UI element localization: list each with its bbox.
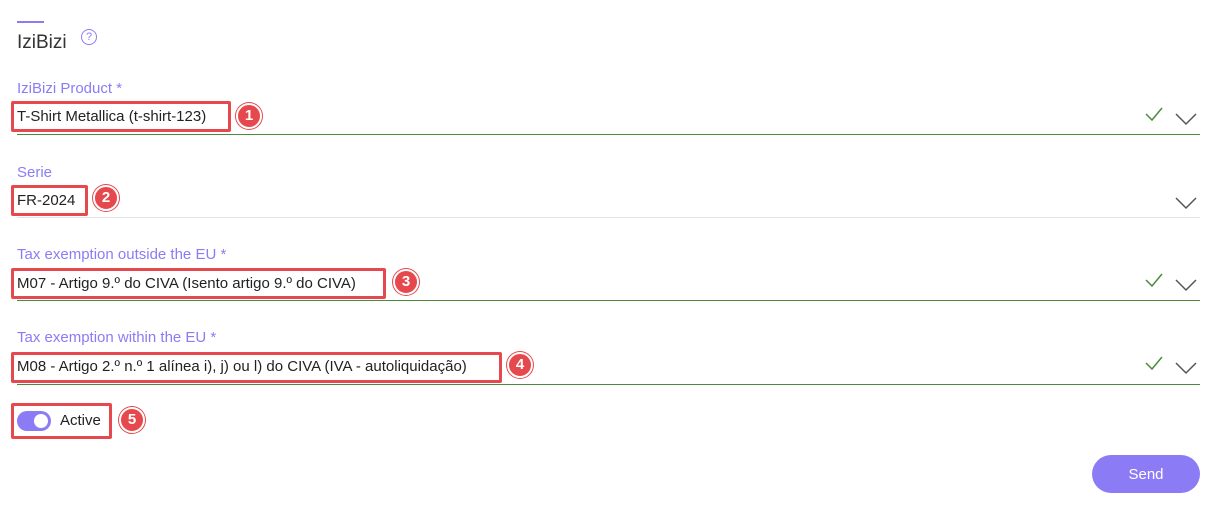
serie-underline — [17, 217, 1200, 218]
serie-label: Serie — [17, 164, 53, 181]
annotation-highlight-4 — [11, 352, 502, 383]
annotation-badge-1: 1 — [236, 103, 262, 129]
chevron-down-icon[interactable] — [1174, 278, 1198, 292]
annotation-badge-4: 4 — [507, 352, 533, 378]
serie-field: Serie FR-2024 — [17, 164, 1200, 220]
section-title: IziBizi — [17, 32, 67, 53]
annotation-highlight-5 — [11, 403, 112, 439]
annotation-badge-2: 2 — [93, 185, 119, 211]
chevron-down-icon[interactable] — [1174, 112, 1198, 126]
check-icon — [1145, 107, 1163, 122]
annotation-badge-5: 5 — [119, 407, 145, 433]
send-button[interactable]: Send — [1092, 455, 1200, 493]
tax-within-eu-underline — [17, 384, 1200, 385]
tax-outside-eu-label: Tax exemption outside the EU * — [17, 246, 227, 263]
annotation-badge-3: 3 — [393, 269, 419, 295]
product-label: IziBizi Product * — [17, 80, 123, 97]
annotation-highlight-1 — [11, 101, 231, 132]
annotation-highlight-3 — [11, 268, 386, 299]
product-underline — [17, 134, 1200, 135]
check-icon — [1145, 273, 1163, 288]
chevron-down-icon[interactable] — [1174, 196, 1198, 210]
tax-outside-eu-underline — [17, 300, 1200, 301]
chevron-down-icon[interactable] — [1174, 361, 1198, 375]
section-accent-bar — [17, 21, 44, 23]
help-icon[interactable]: ? — [81, 29, 97, 45]
check-icon — [1145, 356, 1163, 371]
annotation-highlight-2 — [11, 185, 88, 216]
tax-within-eu-label: Tax exemption within the EU * — [17, 329, 217, 346]
